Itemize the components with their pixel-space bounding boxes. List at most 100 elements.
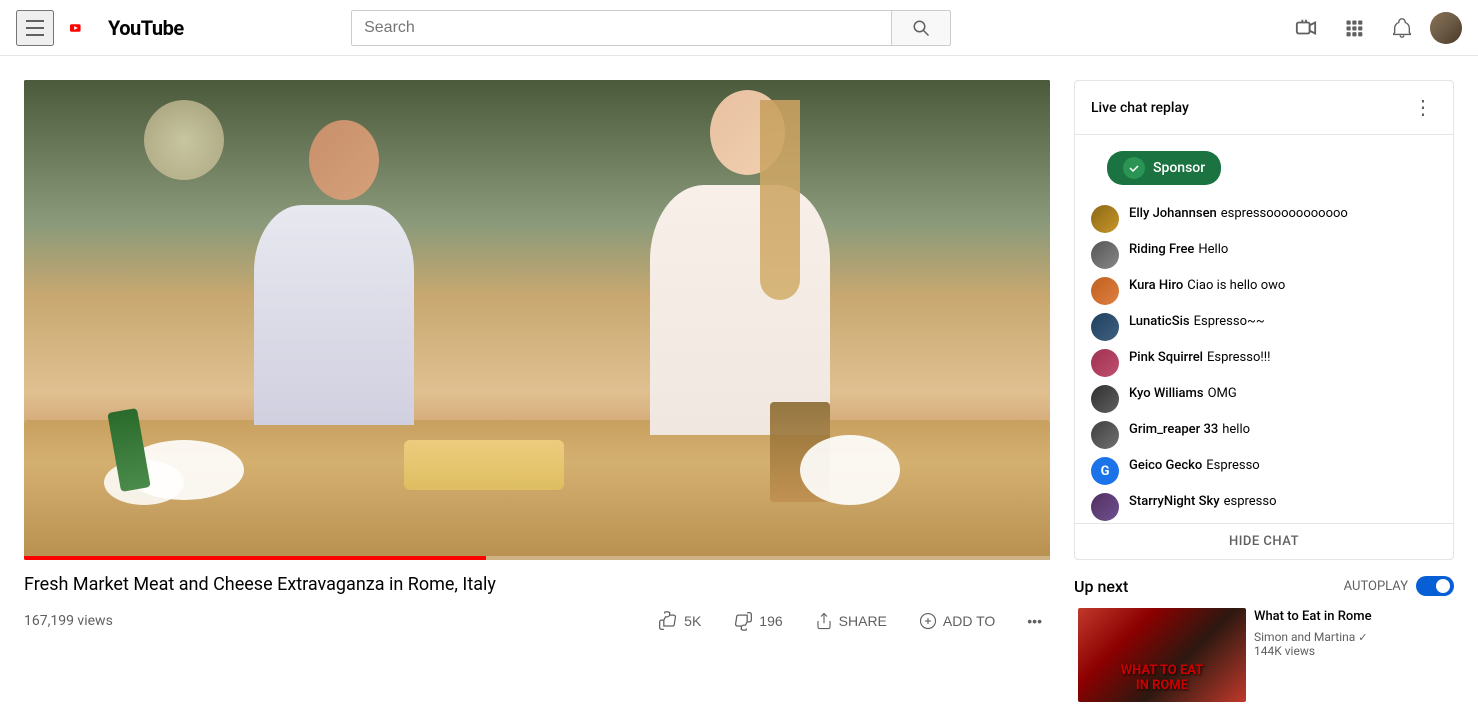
chat-avatar (1091, 493, 1119, 521)
chat-text: hello (1222, 422, 1250, 437)
more-dots: ••• (1027, 613, 1042, 629)
chat-username: Pink Squirrel (1129, 350, 1203, 365)
apps-grid-icon (1344, 18, 1364, 38)
chat-message: Pink Squirrel Espresso!!! (1075, 345, 1453, 381)
chat-text: OMG (1208, 386, 1237, 401)
chat-message-content: Riding Free Hello (1129, 241, 1437, 259)
bell-icon (1391, 17, 1413, 39)
up-next-header: Up next AUTOPLAY (1074, 576, 1454, 596)
chat-avatar (1091, 385, 1119, 413)
video-actions: 5K 196 SHARE (650, 605, 1050, 637)
chat-title: Live chat replay (1091, 100, 1189, 116)
chat-avatar (1091, 313, 1119, 341)
up-next-section: Up next AUTOPLAY WHAT TO EAT IN ROME (1074, 576, 1454, 706)
sponsor-label: Sponsor (1153, 160, 1205, 176)
chat-text: Espresso~~ (1194, 314, 1265, 329)
progress-bar[interactable] (24, 556, 1050, 560)
chat-menu-button[interactable]: ⋮ (1409, 91, 1437, 124)
apps-button[interactable] (1334, 8, 1374, 48)
chat-avatar (1091, 277, 1119, 305)
chat-header: Live chat replay ⋮ (1075, 81, 1453, 135)
autoplay-toggle: AUTOPLAY (1344, 576, 1454, 596)
chat-message: Kyo Williams OMG (1075, 381, 1453, 417)
chat-message-content: LunaticSis Espresso~~ (1129, 313, 1437, 331)
chat-text: espressooooooooooo (1221, 206, 1348, 221)
like-count: 5K (684, 613, 701, 629)
thumbnail-overlay: WHAT TO EAT IN ROME (1086, 663, 1238, 694)
chat-username: LunaticSis (1129, 314, 1190, 329)
header-right (1286, 8, 1462, 48)
header-left: YouTube (16, 10, 184, 46)
hamburger-menu[interactable] (16, 10, 54, 46)
sponsor-checkmark (1128, 162, 1140, 174)
chat-message-content: Geico Gecko Espresso (1129, 457, 1437, 475)
chat-message: StarryNight Sky espresso (1075, 489, 1453, 523)
create-video-button[interactable] (1286, 8, 1326, 48)
hide-chat-button[interactable]: HIDE CHAT (1075, 523, 1453, 559)
share-button[interactable]: SHARE (807, 606, 895, 636)
chat-message: Riding Free Hello (1075, 237, 1453, 273)
chat-text: Ciao is hello owo (1187, 278, 1285, 293)
video-player[interactable] (24, 80, 1050, 560)
chat-avatar: G (1091, 457, 1119, 485)
dislike-count: 196 (759, 613, 782, 629)
autoplay-switch[interactable] (1416, 576, 1454, 596)
toggle-slider (1416, 576, 1454, 596)
progress-fill (24, 556, 486, 560)
chat-message-content: Elly Johannsen espressooooooooooo (1129, 205, 1437, 223)
thumbs-up-icon (658, 611, 678, 631)
add-label: ADD TO (943, 613, 995, 629)
search-area (351, 10, 951, 46)
up-next-info: What to Eat in Rome Simon and Martina ✓ … (1254, 608, 1450, 702)
like-button[interactable]: 5K (650, 605, 709, 637)
user-avatar[interactable] (1430, 12, 1462, 44)
add-icon (919, 612, 937, 630)
up-next-card[interactable]: WHAT TO EAT IN ROME What to Eat in Rome … (1074, 604, 1454, 706)
chat-username: Kyo Williams (1129, 386, 1204, 401)
share-icon (815, 612, 833, 630)
person-left (254, 120, 434, 470)
sponsor-badge[interactable]: Sponsor (1107, 151, 1221, 185)
chat-text: Espresso!!! (1207, 350, 1270, 365)
chat-panel: Live chat replay ⋮ Sponsor (1074, 80, 1454, 560)
chat-text: Hello (1198, 242, 1228, 257)
chat-messages-list: Elly Johannsen espressooooooooooo Riding F… (1075, 201, 1453, 523)
chat-message-content: Kura Hiro Ciao is hello owo (1129, 277, 1437, 295)
verified-badge: ✓ (1358, 631, 1367, 644)
chat-username: Elly Johannsen (1129, 206, 1217, 221)
chat-username: Riding Free (1129, 242, 1194, 257)
search-button[interactable] (891, 10, 951, 46)
up-next-views: 144K views (1254, 644, 1450, 658)
chat-message: Kura Hiro Ciao is hello owo (1075, 273, 1453, 309)
chat-avatar (1091, 241, 1119, 269)
youtube-icon (70, 16, 104, 40)
sponsor-row: Sponsor (1075, 143, 1453, 201)
chat-message-content: StarryNight Sky espresso (1129, 493, 1437, 511)
chat-username: StarryNight Sky (1129, 494, 1220, 509)
search-input[interactable] (351, 10, 891, 46)
chat-message: G Geico Gecko Espresso (1075, 453, 1453, 489)
chat-text: Espresso (1206, 458, 1259, 473)
more-button[interactable]: ••• (1019, 607, 1050, 635)
notifications-button[interactable] (1382, 8, 1422, 48)
search-icon (912, 19, 930, 37)
add-to-button[interactable]: ADD TO (911, 606, 1003, 636)
up-next-channel: Simon and Martina ✓ (1254, 630, 1450, 644)
chat-username: Geico Gecko (1129, 458, 1202, 473)
main-content: Fresh Market Meat and Cheese Extravaganz… (0, 56, 1478, 706)
chat-username: Kura Hiro (1129, 278, 1183, 293)
autoplay-label: AUTOPLAY (1344, 579, 1408, 594)
thumbs-down-icon (733, 611, 753, 631)
video-camera-icon (1295, 17, 1317, 39)
youtube-wordmark: YouTube (108, 16, 184, 40)
chat-text: espresso (1224, 494, 1277, 509)
up-next-label: Up next (1074, 577, 1128, 596)
youtube-logo[interactable]: YouTube (70, 16, 184, 40)
up-next-thumbnail: WHAT TO EAT IN ROME (1078, 608, 1246, 702)
sponsor-icon (1123, 157, 1145, 179)
chat-messages: Sponsor Elly Johannsen espressooooooooooo… (1075, 135, 1453, 523)
chat-message: LunaticSis Espresso~~ (1075, 309, 1453, 345)
chat-message: Elly Johannsen espressooooooooooo (1075, 201, 1453, 237)
dislike-button[interactable]: 196 (725, 605, 790, 637)
chat-message-content: Pink Squirrel Espresso!!! (1129, 349, 1437, 367)
